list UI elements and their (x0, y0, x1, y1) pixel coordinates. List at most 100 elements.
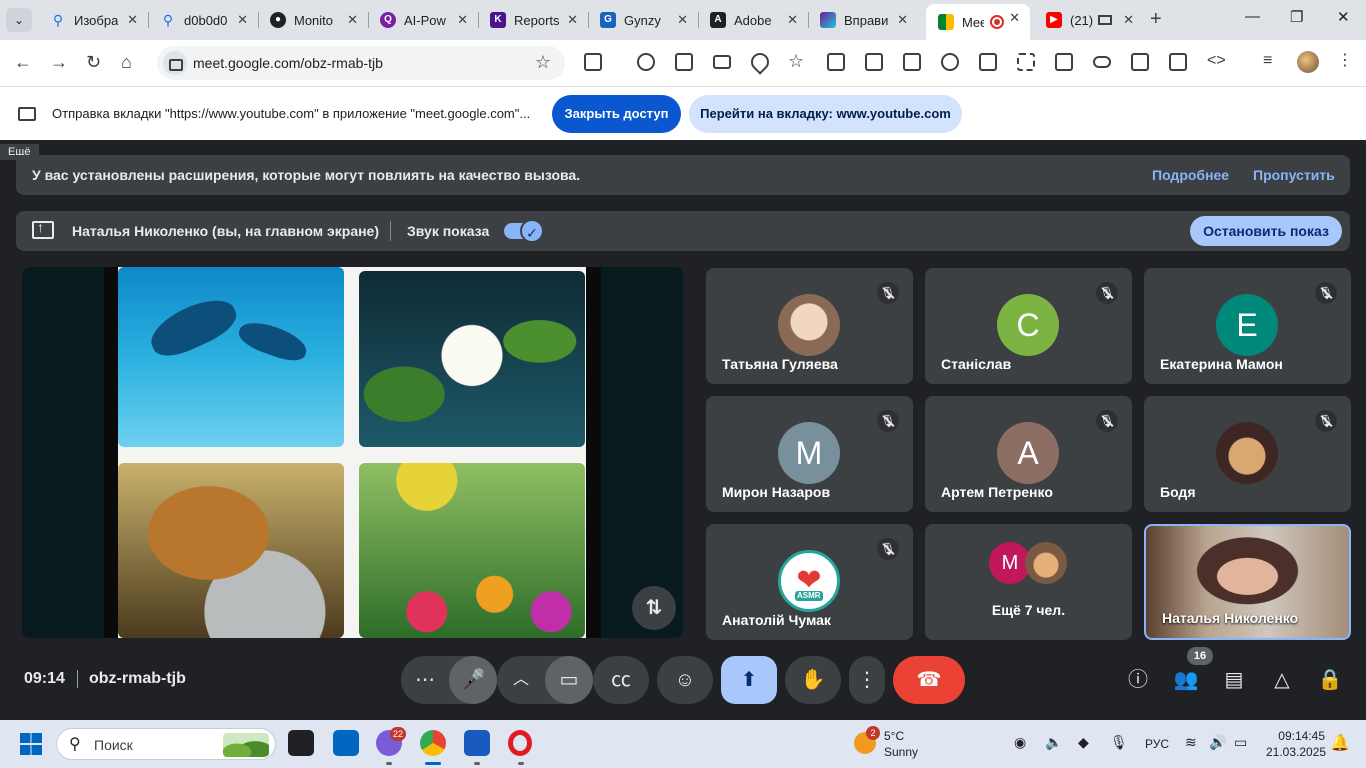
security-tray-icon[interactable]: ◆ (1078, 734, 1089, 751)
reload-icon[interactable]: ↻ (86, 52, 101, 73)
participant-tile[interactable]: М 🎙 Мирон Назаров (706, 396, 913, 512)
stop-access-button[interactable]: Закрыть доступ (552, 95, 681, 133)
browser-menu-icon[interactable]: ⋮ (1337, 50, 1353, 70)
self-view-tile[interactable]: Наталья Николенко (1144, 524, 1351, 640)
more-options-button[interactable]: ⋮ (849, 656, 885, 704)
temperature[interactable]: 5°C (884, 729, 904, 743)
share-audio-toggle[interactable]: ✓ (504, 219, 544, 243)
task-view-icon[interactable] (288, 730, 314, 756)
close-icon[interactable]: ✕ (237, 12, 248, 28)
microphone-tray-icon[interactable]: 🎙 (1110, 734, 1128, 751)
host-controls-icon[interactable]: 🔒 (1316, 666, 1344, 694)
audio-settings-icon[interactable]: ⋯ (401, 656, 449, 704)
wifi-icon[interactable]: ≋ (1185, 734, 1197, 751)
tab-search-button[interactable]: ⌄ (6, 8, 32, 32)
viber-tray-icon[interactable]: ◉ (1014, 734, 1026, 751)
skip-link[interactable]: Пропустить (1253, 167, 1335, 183)
code-icon[interactable]: <> (1207, 52, 1226, 70)
qr-code-icon[interactable] (1017, 53, 1035, 71)
system-date[interactable]: 21.03.2025 (1266, 745, 1326, 759)
notifications-bell-icon[interactable]: 🔔 (1330, 733, 1350, 753)
participant-tile[interactable]: 🎙 Татьяна Гуляева (706, 268, 913, 384)
raise-hand-button[interactable]: ✋ (785, 656, 841, 704)
card-icon[interactable] (713, 55, 731, 69)
switch-to-tab-button[interactable]: Перейти на вкладку: www.youtube.com (689, 95, 962, 133)
chrome-icon[interactable] (420, 730, 446, 756)
browser-tab[interactable]: A Adobe ✕ (698, 6, 808, 34)
table-icon[interactable] (1169, 53, 1187, 71)
browser-tab[interactable]: ● Monito ✕ (258, 6, 368, 34)
location-icon[interactable] (747, 49, 773, 75)
window-close-icon[interactable]: ✕ (1337, 8, 1350, 26)
browser-tab[interactable]: ⚲ d0b0d0 ✕ (148, 6, 258, 34)
translate-icon[interactable] (979, 53, 997, 71)
swap-layout-icon[interactable]: ⇅ (632, 586, 676, 630)
home-icon[interactable]: ⌂ (121, 52, 132, 73)
maximize-icon[interactable]: ❐ (1290, 8, 1303, 26)
system-time[interactable]: 09:14:45 (1275, 729, 1325, 743)
leave-call-button[interactable]: ☎ (893, 656, 965, 704)
minimize-icon[interactable]: — (1245, 8, 1260, 25)
speaker-tray-icon[interactable]: 🔈 (1045, 734, 1062, 751)
close-icon[interactable]: ✕ (347, 12, 358, 28)
browser-tab[interactable]: K Reports ✕ (478, 6, 588, 34)
stop-presenting-button[interactable]: Остановить показ (1190, 216, 1342, 246)
close-icon[interactable]: ✕ (1123, 12, 1134, 28)
print-icon[interactable] (903, 53, 921, 71)
browser-tab[interactable]: ▶ (21) ✕ (1034, 6, 1144, 34)
more-participants-tile[interactable]: M Ещё 7 чел. (925, 524, 1132, 640)
new-tab-button[interactable]: + (1150, 8, 1162, 31)
battery-icon[interactable]: ▭ (1234, 734, 1247, 751)
participant-tile[interactable]: Е 🎙 Екатерина Мамон (1144, 268, 1351, 384)
reading-list-icon[interactable] (827, 53, 845, 71)
bookmark-star-icon[interactable]: ☆ (535, 52, 551, 73)
participant-tile[interactable]: ❤ ASMR 🎙 Анатолій Чумак (706, 524, 913, 640)
devices-icon[interactable] (1131, 53, 1149, 71)
store-icon[interactable] (333, 730, 359, 756)
close-icon[interactable]: ✕ (897, 12, 908, 28)
address-bar[interactable]: meet.google.com/obz-rmab-tjb ☆ (157, 46, 565, 80)
taskbar-search[interactable]: ⚲ Поиск (56, 728, 276, 760)
close-icon[interactable]: ✕ (677, 12, 688, 28)
microphone-icon[interactable]: 🎤 (449, 656, 497, 704)
extension-icon[interactable] (637, 53, 655, 71)
weather-description[interactable]: Sunny (884, 745, 918, 759)
url-text[interactable]: meet.google.com/obz-rmab-tjb (193, 55, 383, 71)
close-icon[interactable]: ✕ (567, 12, 578, 28)
learn-more-link[interactable]: Подробнее (1152, 167, 1229, 183)
participant-tile[interactable]: А 🎙 Артем Петренко (925, 396, 1132, 512)
browser-tab[interactable]: Вправи ✕ (808, 6, 918, 34)
volume-icon[interactable]: 🔊 (1209, 734, 1226, 751)
media-control-icon[interactable]: ≡ (1263, 52, 1272, 70)
participant-tile[interactable]: С 🎙 Станіслав (925, 268, 1132, 384)
reactions-button[interactable]: ☺ (657, 656, 713, 704)
close-icon[interactable]: ✕ (1009, 10, 1020, 26)
favorites-icon[interactable]: ☆ (788, 51, 804, 72)
profile-avatar[interactable] (1297, 51, 1319, 73)
input-language[interactable]: РУС (1145, 737, 1169, 751)
activities-icon[interactable]: △ (1268, 666, 1296, 694)
chat-icon[interactable]: ▤ (1220, 666, 1248, 694)
reader-mode-icon[interactable] (1055, 53, 1073, 71)
captions-button[interactable]: ㏄ (593, 656, 649, 704)
close-icon[interactable]: ✕ (787, 12, 798, 28)
close-icon[interactable]: ✕ (457, 12, 468, 28)
extensions-icon[interactable] (584, 53, 602, 71)
present-button[interactable]: ⬆ (721, 656, 777, 704)
forward-icon[interactable]: → (50, 52, 68, 73)
camera-icon[interactable]: ▭ (545, 656, 593, 704)
opera-icon[interactable] (508, 730, 532, 756)
password-key-icon[interactable] (675, 53, 693, 71)
browser-tab-active[interactable]: Mee ✕ (926, 4, 1030, 40)
screenshot-icon[interactable] (941, 53, 959, 71)
browser-tab[interactable]: Q AI-Pow ✕ (368, 6, 478, 34)
windows-start-icon[interactable] (20, 733, 42, 755)
link-icon[interactable] (1093, 56, 1111, 68)
delete-icon[interactable] (865, 53, 883, 71)
browser-tab[interactable]: G Gynzy ✕ (588, 6, 698, 34)
site-info-icon[interactable] (163, 51, 187, 75)
word-icon[interactable] (464, 730, 490, 756)
browser-tab[interactable]: ⚲ Изобра ✕ (38, 6, 148, 34)
meeting-info-icon[interactable]: ⓘ (1124, 666, 1152, 694)
back-icon[interactable]: ← (14, 52, 32, 73)
